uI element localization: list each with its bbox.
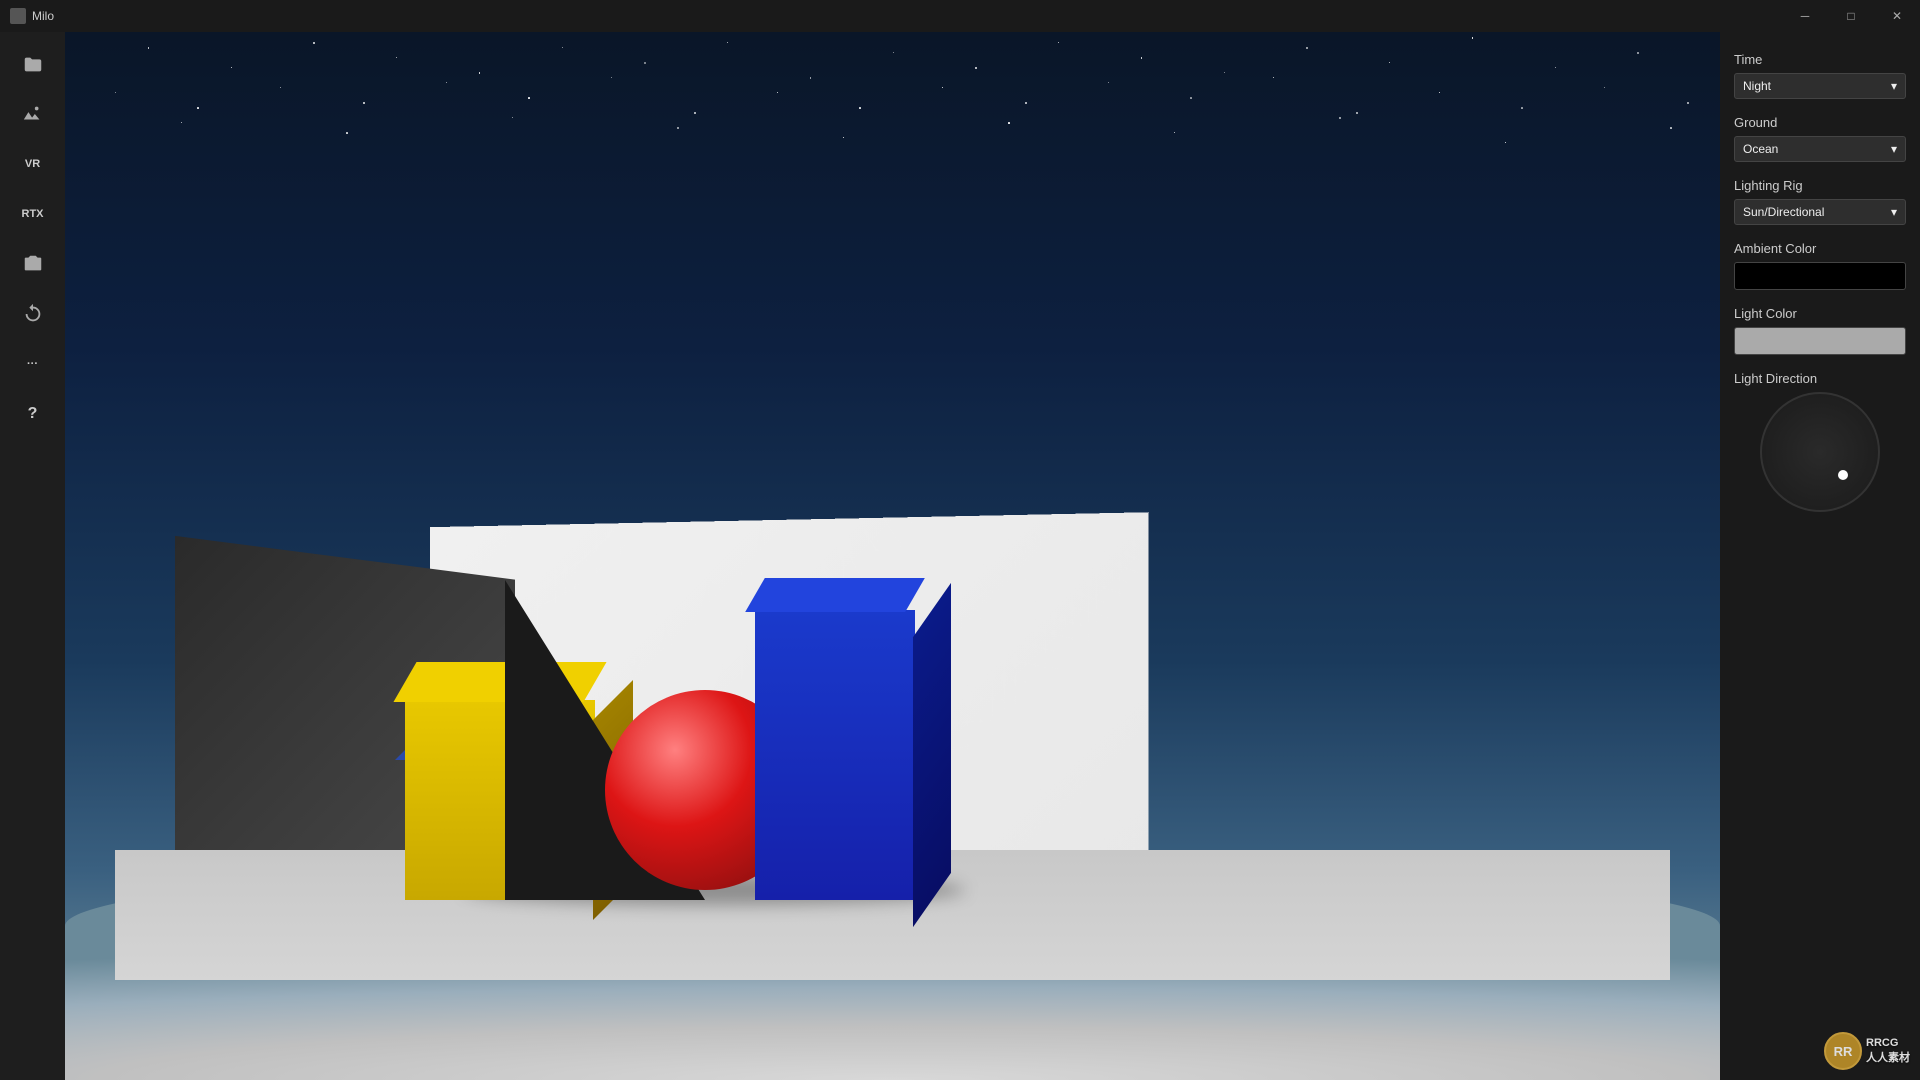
app-icon bbox=[10, 8, 26, 24]
ground-dropdown-arrow: ▾ bbox=[1891, 142, 1897, 156]
right-panel: Time Night ▾ Ground Ocean ▾ Lighting Rig… bbox=[1720, 32, 1920, 1080]
vr-button[interactable]: VR bbox=[9, 142, 57, 186]
ambient-color-section: Ambient Color bbox=[1734, 241, 1906, 290]
rtx-label: RTX bbox=[22, 208, 44, 220]
ground-value: Ocean bbox=[1743, 142, 1778, 156]
help-icon: ? bbox=[28, 405, 38, 423]
reset-button[interactable] bbox=[9, 292, 57, 336]
ambient-color-label: Ambient Color bbox=[1734, 241, 1906, 256]
window-controls: ─ □ ✕ bbox=[1782, 0, 1920, 32]
app-title: Milo bbox=[32, 9, 54, 23]
light-direction-label: Light Direction bbox=[1734, 371, 1906, 386]
ground-section: Ground Ocean ▾ bbox=[1734, 115, 1906, 162]
lighting-rig-dropdown[interactable]: Sun/Directional ▾ bbox=[1734, 199, 1906, 225]
more-button[interactable]: ··· bbox=[9, 342, 57, 386]
watermark-brand2: 人人素材 bbox=[1866, 1049, 1910, 1065]
watermark-brand1: RRCG bbox=[1866, 1037, 1910, 1049]
close-button[interactable]: ✕ bbox=[1874, 0, 1920, 32]
rtx-button[interactable]: RTX bbox=[9, 192, 57, 236]
cube-blue-large-side bbox=[913, 583, 951, 927]
lighting-rig-dropdown-arrow: ▾ bbox=[1891, 205, 1897, 219]
time-dropdown-arrow: ▾ bbox=[1891, 79, 1897, 93]
ambient-color-swatch[interactable] bbox=[1734, 262, 1906, 290]
help-button[interactable]: ? bbox=[9, 392, 57, 436]
time-dropdown[interactable]: Night ▾ bbox=[1734, 73, 1906, 99]
time-section: Time Night ▾ bbox=[1734, 52, 1906, 99]
lighting-rig-label: Lighting Rig bbox=[1734, 178, 1906, 193]
folder-button[interactable] bbox=[9, 42, 57, 86]
viewport[interactable] bbox=[65, 32, 1720, 1080]
minimize-button[interactable]: ─ bbox=[1782, 0, 1828, 32]
more-icon: ··· bbox=[27, 358, 38, 370]
lighting-rig-value: Sun/Directional bbox=[1743, 205, 1824, 219]
toolbar: VR RTX ··· ? bbox=[0, 32, 65, 1080]
folder-icon bbox=[22, 53, 44, 75]
ground-dropdown[interactable]: Ocean ▾ bbox=[1734, 136, 1906, 162]
camera-icon bbox=[22, 253, 44, 275]
light-direction-section: Light Direction bbox=[1734, 371, 1906, 512]
titlebar: Milo ─ □ ✕ bbox=[0, 0, 1920, 32]
scene-icon bbox=[22, 103, 44, 125]
light-color-section: Light Color bbox=[1734, 306, 1906, 355]
watermark-logo: RR bbox=[1824, 1032, 1862, 1070]
cube-blue-large bbox=[755, 610, 915, 900]
ground-label: Ground bbox=[1734, 115, 1906, 130]
maximize-button[interactable]: □ bbox=[1828, 0, 1874, 32]
camera-button[interactable] bbox=[9, 242, 57, 286]
vr-label: VR bbox=[25, 158, 40, 170]
3d-scene bbox=[115, 380, 1670, 980]
light-direction-circle[interactable] bbox=[1760, 392, 1880, 512]
time-label: Time bbox=[1734, 52, 1906, 67]
watermark-text: RRCG 人人素材 bbox=[1866, 1037, 1910, 1065]
lighting-rig-section: Lighting Rig Sun/Directional ▾ bbox=[1734, 178, 1906, 225]
watermark: RR RRCG 人人素材 bbox=[1824, 1032, 1910, 1070]
light-color-label: Light Color bbox=[1734, 306, 1906, 321]
reset-icon bbox=[22, 303, 44, 325]
light-direction-dot bbox=[1838, 470, 1848, 480]
light-color-swatch[interactable] bbox=[1734, 327, 1906, 355]
scene-button[interactable] bbox=[9, 92, 57, 136]
time-value: Night bbox=[1743, 79, 1771, 93]
cube-blue-large-top bbox=[745, 578, 925, 612]
watermark-logo-text: RR bbox=[1834, 1044, 1853, 1059]
